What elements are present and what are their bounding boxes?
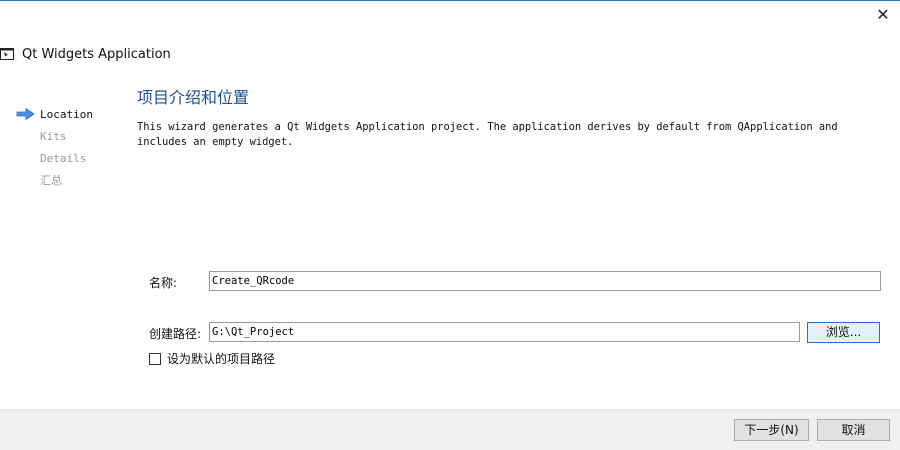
name-input[interactable]: Create_QRcode <box>209 271 881 291</box>
step-label: Details <box>40 151 87 165</box>
wizard-steps: Location Kits Details 汇总 <box>16 103 93 191</box>
wizard-header: Qt Widgets Application <box>0 44 171 64</box>
step-kits: Kits <box>16 125 93 147</box>
default-path-checkbox[interactable] <box>149 352 161 365</box>
next-button[interactable]: 下一步(N) <box>734 419 809 441</box>
path-label: 创建路径: <box>149 327 202 341</box>
default-path-label: 设为默认的项目路径 <box>167 352 276 366</box>
wizard-content: 项目介绍和位置 This wizard generates a Qt Widge… <box>137 86 886 150</box>
step-label: 汇总 <box>40 174 62 187</box>
step-summary: 汇总 <box>16 169 93 191</box>
qt-app-icon <box>0 48 14 60</box>
wizard-title: Qt Widgets Application <box>22 46 171 62</box>
path-input[interactable]: G:\Qt_Project <box>209 322 800 342</box>
default-path-option[interactable]: 设为默认的项目路径 <box>149 350 275 367</box>
current-step-arrow-icon <box>16 108 35 120</box>
step-label: Kits <box>40 129 67 143</box>
step-details: Details <box>16 147 93 169</box>
browse-button[interactable]: 浏览... <box>807 322 880 343</box>
step-label: Location <box>40 107 93 121</box>
window-top-border <box>0 0 900 1</box>
close-icon[interactable]: ✕ <box>872 4 894 26</box>
page-description: This wizard generates a Qt Widgets Appli… <box>137 121 838 148</box>
step-location: Location <box>16 103 93 125</box>
name-label: 名称: <box>149 276 178 290</box>
cancel-button[interactable]: 取消 <box>817 419 890 441</box>
page-title: 项目介绍和位置 <box>137 88 250 107</box>
